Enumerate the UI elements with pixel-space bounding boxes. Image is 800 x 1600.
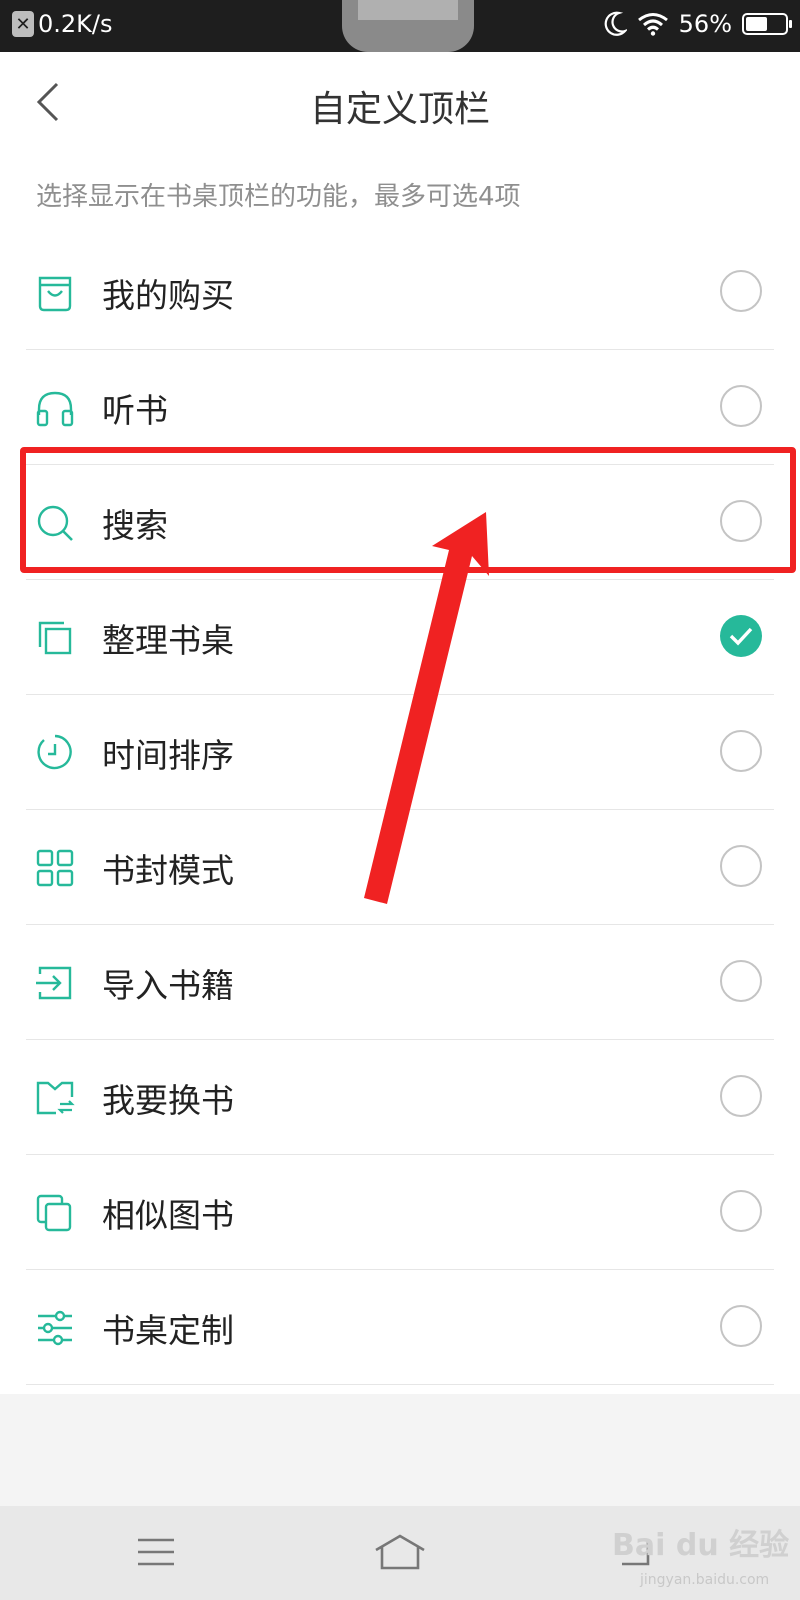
annotation-arrow-icon: [364, 512, 489, 904]
